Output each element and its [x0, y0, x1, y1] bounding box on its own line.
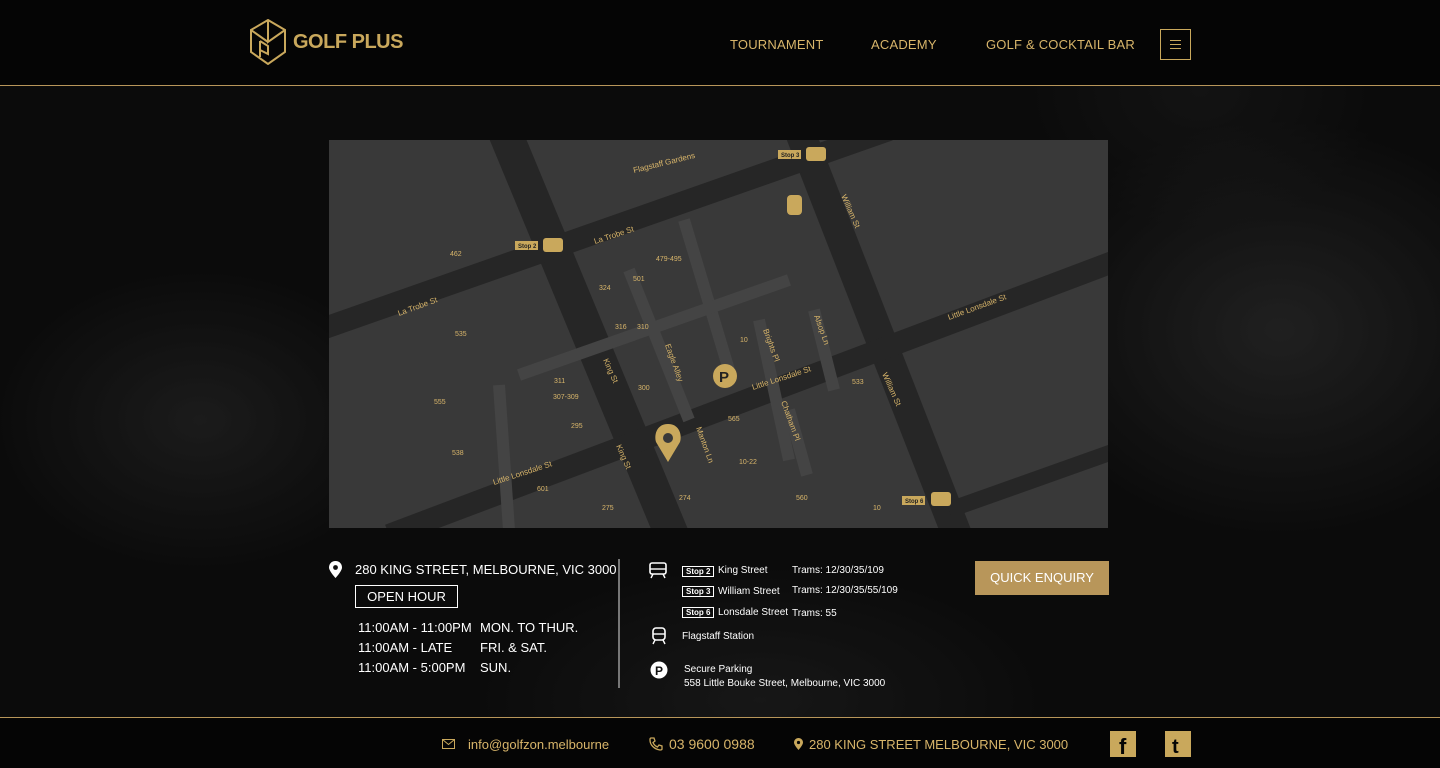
location-pin-icon — [794, 738, 803, 750]
location-map[interactable]: Flagstaff Gardens La Trobe St La Trobe S… — [329, 140, 1108, 528]
tram-routes: Trams: 55 — [792, 608, 837, 619]
venue-address: 280 KING STREET, MELBOURNE, VIC 3000 — [355, 562, 617, 577]
envelope-icon — [442, 739, 455, 749]
tram-street: King Street — [718, 565, 768, 576]
map-number: 10 — [873, 505, 881, 512]
stop-label: Stop 6 — [905, 499, 924, 505]
facebook-icon[interactable]: f — [1110, 731, 1136, 759]
brand-name: GOLF PLUS — [293, 30, 403, 53]
map-number: 307-309 — [553, 394, 579, 401]
map-number: 274 — [679, 495, 691, 502]
map-number: 501 — [633, 276, 645, 283]
tram-icon — [543, 238, 563, 252]
hours-row: 11:00AM - LATE FRI. & SAT. — [358, 640, 547, 655]
nav-golf-cocktail-bar[interactable]: GOLF & COCKTAIL BAR — [986, 37, 1135, 52]
map-number: 310 — [637, 324, 649, 331]
map-number: 565 — [728, 416, 740, 423]
twitter-icon[interactable]: t — [1165, 731, 1191, 758]
hours-days: FRI. & SAT. — [480, 640, 547, 655]
hamburger-icon[interactable] — [1160, 29, 1191, 60]
stop-badge: Stop 2 — [682, 566, 715, 577]
map-number: 462 — [450, 251, 462, 258]
map-number: 295 — [571, 423, 583, 430]
phone-icon — [649, 737, 663, 751]
map-number: 275 — [602, 505, 614, 512]
map-number: 533 — [852, 379, 864, 386]
train-station: Flagstaff Station — [682, 631, 755, 642]
hours-time: 11:00AM - 5:00PM — [358, 660, 466, 675]
tram-icon — [931, 492, 951, 506]
map-canvas: Flagstaff Gardens La Trobe St La Trobe S… — [329, 140, 1108, 528]
nav-tournament[interactable]: TOURNAMENT — [730, 37, 823, 52]
hours-time: 11:00AM - LATE — [358, 640, 453, 655]
logo[interactable]: GOLF PLUS — [249, 19, 403, 65]
map-number: 555 — [434, 399, 446, 406]
stop-label: Stop 3 — [781, 153, 800, 159]
stop-badge: Stop 6 — [682, 607, 715, 618]
parking-address: 558 Little Bouke Street, Melbourne, VIC … — [684, 678, 886, 689]
nav-academy[interactable]: ACADEMY — [871, 37, 937, 52]
svg-text:t: t — [1172, 736, 1179, 757]
train-icon — [787, 195, 802, 215]
tram-routes: Trams: 12/30/35/55/109 — [792, 585, 898, 596]
svg-text:f: f — [1119, 734, 1127, 757]
vertical-divider — [618, 559, 620, 688]
map-number: 560 — [796, 495, 808, 502]
map-number: 538 — [452, 450, 464, 457]
map-number: 10-22 — [739, 459, 757, 466]
quick-enquiry-button[interactable]: QUICK ENQUIRY — [975, 561, 1109, 595]
footer-email[interactable]: info@golfzon.melbourne — [468, 737, 609, 752]
location-pin-icon — [329, 561, 342, 578]
parking-icon: P — [650, 661, 668, 679]
tram-icon — [806, 147, 826, 161]
train-icon — [652, 627, 666, 645]
hours-days: MON. TO THUR. — [480, 620, 579, 635]
hours-time: 11:00AM - 11:00PM — [358, 620, 472, 635]
tram-street: William Street — [718, 586, 780, 597]
site-footer: info@golfzon.melbourne 03 9600 0988 280 … — [0, 717, 1440, 768]
map-number: 10 — [740, 337, 748, 344]
map-number: 601 — [537, 486, 549, 493]
map-number: 324 — [599, 285, 611, 292]
footer-address: 280 KING STREET MELBOURNE, VIC 3000 — [809, 737, 1069, 752]
site-header: GOLF PLUS TOURNAMENT ACADEMY GOLF & COCK… — [0, 0, 1440, 86]
hours-days: SUN. — [480, 660, 512, 675]
golfplus-logo-icon — [250, 19, 286, 65]
svg-text:P: P — [719, 369, 729, 386]
hours-row: 11:00AM - 5:00PM SUN. — [358, 660, 511, 675]
tram-routes: Trams: 12/30/35/109 — [792, 565, 884, 576]
stop-label: Stop 2 — [518, 244, 537, 250]
svg-text:P: P — [655, 664, 663, 678]
open-hour-label: OPEN HOUR — [355, 585, 458, 608]
hours-row: 11:00AM - 11:00PM MON. TO THUR. — [358, 620, 578, 635]
map-number: 316 — [615, 324, 627, 331]
footer-phone[interactable]: 03 9600 0988 — [669, 736, 755, 752]
tram-icon — [649, 562, 667, 579]
tram-street: Lonsdale Street — [718, 607, 789, 618]
map-number: 535 — [455, 331, 467, 338]
map-number: 311 — [554, 378, 565, 385]
map-number: 300 — [638, 385, 650, 392]
stop-badge: Stop 3 — [682, 586, 715, 597]
map-number: 479-495 — [656, 256, 682, 263]
parking-title: Secure Parking — [684, 664, 753, 675]
